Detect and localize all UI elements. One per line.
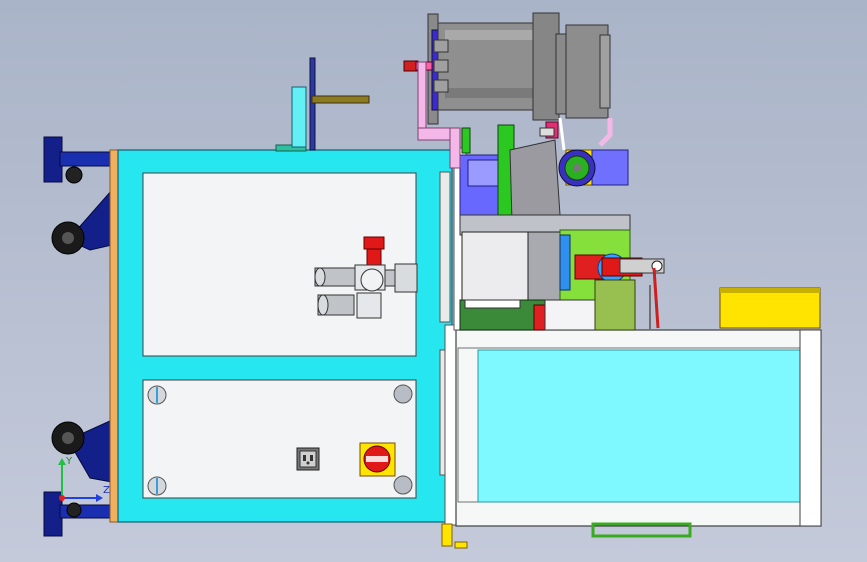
pink-rail [449,127,461,169]
caster-roller-top [65,166,83,184]
motor-boss [433,79,449,93]
motor-end-cap [532,12,560,121]
triad-origin [59,495,65,501]
shaft-disc [309,57,316,151]
panel-screw [393,384,413,404]
left-cabinet [109,144,468,549]
central-mechanism [453,121,665,331]
shaft-support [291,86,307,148]
yellow-block-top [720,288,820,293]
reducer-flange [599,34,611,109]
caster-hub-bottom [62,432,74,444]
coolant-tank-window [477,349,801,503]
white-hose [558,117,566,151]
green-post [461,127,471,154]
carriage-side [527,231,564,301]
motor-rib [445,88,535,98]
cabinet-frame-post [444,324,458,526]
caster-arm-top [59,151,115,167]
slot-plate [464,299,521,309]
panel-screw [147,385,167,405]
caster-plate-top [43,136,63,183]
emergency-stop-icon[interactable] [359,442,396,477]
threaded-shaft [311,95,370,104]
machine-assembly-drawing[interactable]: Y Z [0,0,867,562]
y-axis-arrow [58,458,66,465]
olive-block [594,279,636,331]
yellow-block [719,287,821,329]
top-shaft-assembly [291,57,370,151]
cabinet-door-edge [439,171,451,323]
gearbox-purple [591,149,629,186]
carriage-block [461,231,531,305]
motor-boss [433,39,449,53]
pulley-hub [573,164,581,172]
frame-right-post [799,329,822,527]
power-socket-icon[interactable] [296,447,320,471]
cad-viewport[interactable]: Y Z [0,0,867,562]
knob-base [539,127,555,137]
slanted-cover [509,139,561,223]
motor-rib [445,30,535,40]
white-slide [544,299,596,331]
panel-screw [393,475,413,495]
yellow-bracket [454,541,468,549]
blue-strip [559,234,571,291]
caster-hub-top [62,232,74,244]
pink-rail [417,61,427,133]
caster-wheels [43,136,115,537]
caster-roller-bottom [66,502,82,518]
purple-plate-inset [467,159,499,187]
panel-screw [147,476,167,496]
motor-boss [433,59,449,73]
control-panel [142,379,417,499]
red-post [533,304,547,331]
pink-hose [598,118,613,147]
y-axis-label: Y [65,456,73,467]
z-axis-label: Z [103,485,110,496]
yellow-bracket [441,523,453,547]
red-rod [652,267,660,329]
z-axis-arrow [96,494,103,502]
